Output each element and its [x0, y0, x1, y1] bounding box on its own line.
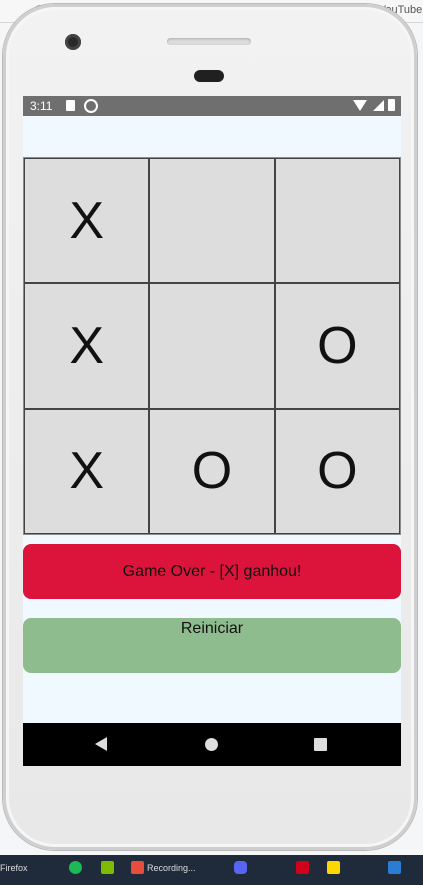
sync-icon: [84, 99, 98, 113]
app-icon[interactable]: [101, 861, 114, 874]
board-cell-3[interactable]: [274, 158, 400, 284]
windows-taskbar: Firefox Recording...: [0, 855, 423, 885]
speaker-grille: [167, 38, 251, 45]
board-cell-9[interactable]: O: [274, 408, 400, 534]
status-time: 3:11: [30, 99, 53, 113]
back-icon[interactable]: [95, 737, 107, 751]
recorder-icon[interactable]: [131, 861, 144, 874]
app-yellow-icon[interactable]: [327, 861, 340, 874]
reset-button-label: Reiniciar: [180, 620, 244, 637]
sd-card-icon: [66, 100, 75, 111]
wifi-icon: [353, 100, 367, 111]
vscode-icon[interactable]: [388, 861, 401, 874]
board-cell-6[interactable]: O: [274, 283, 400, 409]
status-bar: 3:11: [23, 96, 401, 116]
game-status-banner: Game Over - [X] ganhou!: [23, 544, 401, 599]
spotify-icon[interactable]: [69, 861, 82, 874]
earpiece: [194, 70, 224, 82]
board-cell-5[interactable]: [149, 283, 275, 409]
tic-tac-toe-board: X X O X O O: [23, 157, 401, 535]
app-red-icon[interactable]: [296, 861, 309, 874]
discord-icon[interactable]: [234, 861, 247, 874]
board-cell-7[interactable]: X: [24, 408, 150, 534]
recents-icon[interactable]: [314, 738, 327, 751]
board-cell-1[interactable]: X: [24, 158, 150, 284]
battery-icon: [388, 99, 395, 111]
front-camera-icon: [65, 34, 81, 50]
reset-button[interactable]: Reiniciar: [23, 618, 401, 673]
app-screen: 3:11 X X O X O O Game Over - [X] ganhou!…: [23, 96, 401, 766]
taskbar-firefox-label[interactable]: Firefox: [0, 863, 28, 873]
board-cell-4[interactable]: X: [24, 283, 150, 409]
board-cell-8[interactable]: O: [149, 408, 275, 534]
android-emulator-frame: 3:11 X X O X O O Game Over - [X] ganhou!…: [3, 4, 417, 850]
signal-icon: [373, 100, 384, 111]
game-status-text: Game Over - [X] ganhou!: [122, 562, 302, 580]
taskbar-recording-label[interactable]: Recording...: [147, 863, 196, 873]
home-icon[interactable]: [205, 738, 218, 751]
android-nav-bar: [23, 723, 401, 766]
board-cell-2[interactable]: [149, 158, 275, 284]
